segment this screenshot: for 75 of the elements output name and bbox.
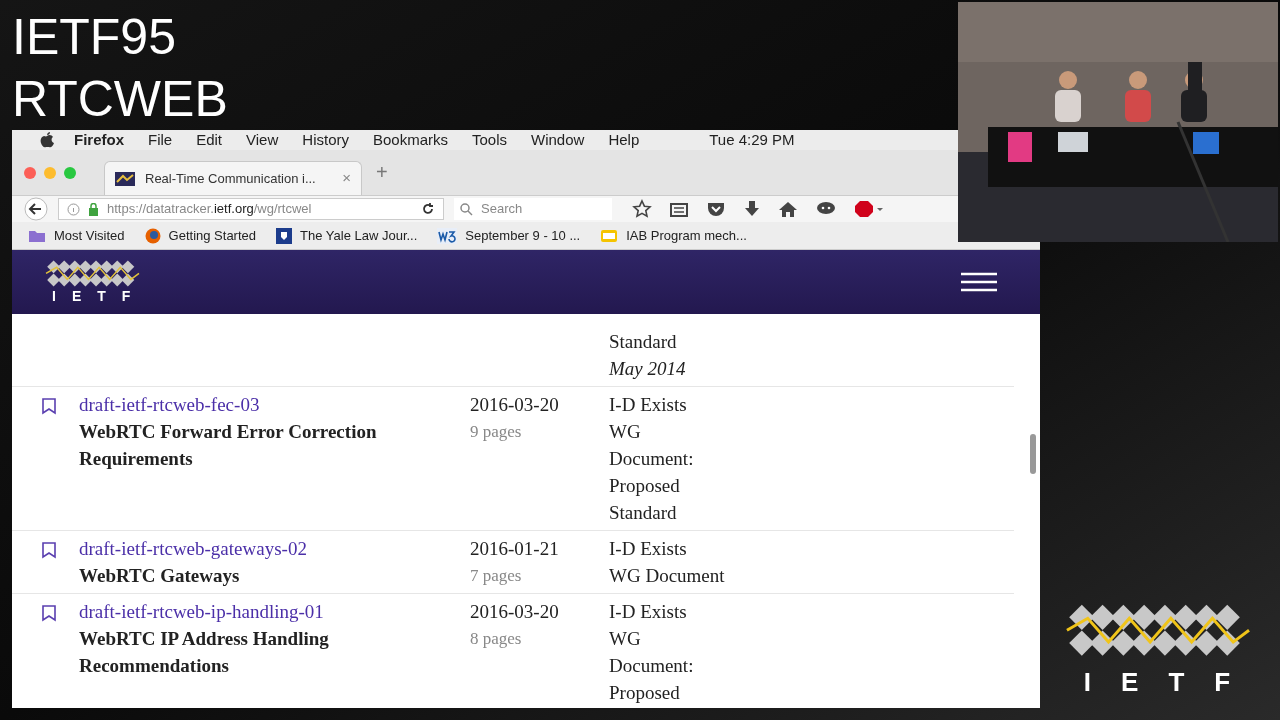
status-text: WG — [609, 627, 642, 651]
menu-item[interactable]: Edit — [196, 130, 223, 152]
document-link[interactable]: draft-ietf-rtcweb-gateways-02 — [79, 535, 470, 562]
tab-title: Real-Time Communication i... — [145, 169, 316, 188]
document-link[interactable]: draft-ietf-rtcweb-ip-handling-01 — [79, 598, 470, 625]
adblock-icon[interactable] — [854, 200, 884, 218]
status-text: WG — [609, 420, 642, 444]
url-field[interactable]: https://datatracker.ietf.org/wg/rtcwel — [58, 198, 444, 220]
scrollbar-thumb — [1030, 434, 1036, 474]
slide-title: IETF95 — [12, 8, 177, 67]
menu-clock: Tue 4:29 PM — [709, 130, 795, 150]
info-icon — [67, 202, 80, 216]
chat-icon[interactable] — [816, 201, 836, 217]
reading-list-icon[interactable] — [670, 201, 688, 217]
diamond-lattice-icon — [44, 258, 141, 288]
document-date: 2016-01-21 — [470, 537, 560, 561]
w3-icon — [437, 227, 458, 244]
menu-item[interactable]: History — [302, 130, 349, 152]
status-text: Proposed — [609, 474, 681, 498]
bookmark-item[interactable]: The Yale Law Jour... — [276, 225, 418, 246]
folder-icon — [28, 228, 46, 243]
document-title: WebRTC Forward Error Correction Requirements — [79, 420, 378, 471]
bookmark-item[interactable]: IAB Program mech... — [600, 225, 747, 246]
browser-tab[interactable]: Real-Time Communication i... × — [104, 161, 362, 195]
document-date: 2016-03-20 — [470, 600, 560, 624]
menu-item[interactable]: Help — [608, 130, 640, 152]
bookmark-icon[interactable] — [40, 541, 58, 559]
status-text: Standard — [609, 501, 678, 525]
lock-icon — [88, 202, 99, 216]
home-icon[interactable] — [778, 201, 798, 217]
corner-logo-text: IETF — [1082, 666, 1261, 699]
bookmark-item[interactable]: Most Visited — [28, 225, 125, 246]
document-title: WebRTC IP Address Handling Recommendations — [79, 627, 330, 678]
pocket-icon[interactable] — [706, 201, 726, 217]
menu-item[interactable]: Tools — [472, 130, 508, 152]
status-text: Proposed — [609, 681, 681, 705]
menu-icon[interactable] — [960, 272, 998, 292]
reload-icon[interactable] — [421, 202, 435, 216]
status-text: Document: — [609, 654, 694, 678]
app-menu[interactable]: Firefox — [74, 130, 124, 152]
site-logo-text: IETF — [51, 287, 147, 306]
globe-icon — [144, 227, 161, 244]
page-count: 7 pages — [470, 565, 523, 587]
apple-icon — [40, 132, 54, 148]
search-field[interactable]: Search — [454, 198, 612, 220]
menu-item[interactable]: Window — [531, 130, 585, 152]
status-text: I-D Exists — [609, 537, 688, 561]
page-count: 9 pages — [470, 421, 523, 443]
shield-icon — [276, 227, 293, 244]
bookmark-icon[interactable] — [40, 604, 58, 622]
url-text: https://datatracker.ietf.org/wg/rtcwel — [107, 200, 312, 219]
page-count: 8 pages — [470, 628, 523, 650]
star-icon[interactable] — [632, 199, 652, 219]
menu-item[interactable]: Bookmarks — [372, 130, 448, 152]
bookmark-item[interactable]: Getting Started — [144, 225, 257, 246]
status-text: WG Document — [609, 564, 725, 588]
download-icon[interactable] — [744, 200, 760, 218]
status-text: Document: — [609, 447, 694, 471]
status-date: May 2014 — [609, 357, 686, 381]
document-date: 2016-03-20 — [470, 393, 560, 417]
menu-item[interactable]: File — [148, 130, 173, 152]
document-link[interactable]: draft-ietf-rtcweb-fec-03 — [79, 391, 470, 418]
tab-favicon — [115, 171, 135, 186]
status-text: I-D Exists — [609, 393, 688, 417]
back-icon[interactable] — [24, 197, 48, 221]
new-tab-button[interactable]: + — [376, 157, 388, 187]
document-title: WebRTC Gateways — [79, 564, 241, 588]
bookmark-item[interactable]: September 9 - 10 ... — [437, 225, 581, 246]
search-icon — [460, 202, 473, 216]
bookmark-icon[interactable] — [40, 397, 58, 415]
note-icon — [600, 228, 619, 243]
slide-title: RTCWEB — [12, 70, 229, 129]
menu-item[interactable]: View — [246, 130, 279, 152]
status-text: Standard — [609, 330, 678, 354]
status-text: I-D Exists — [609, 600, 688, 624]
